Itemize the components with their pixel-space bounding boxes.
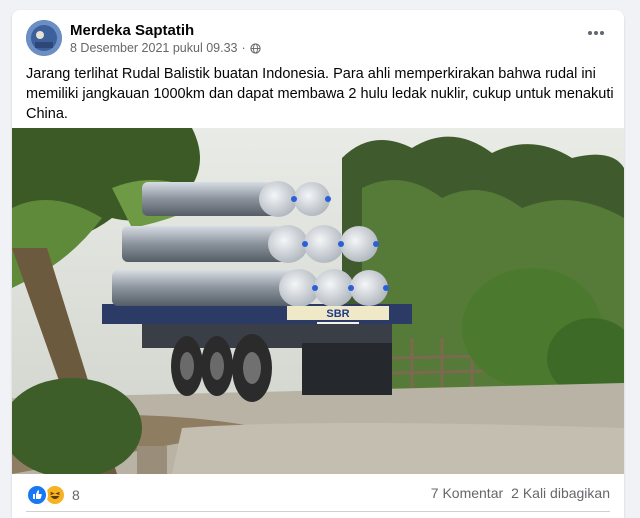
dot-icon: [594, 31, 598, 35]
comments-count[interactable]: 7 Komentar: [431, 485, 503, 501]
shares-count[interactable]: 2 Kali dibagikan: [511, 485, 610, 501]
post-meta: 8 Desember 2021 pukul 09.33 ·: [70, 41, 261, 55]
dot-icon: [600, 31, 605, 35]
footer-divider: [26, 511, 610, 512]
more-options-button[interactable]: [584, 26, 608, 40]
post-text: Jarang terlihat Rudal Balistik buatan In…: [26, 66, 614, 122]
post-stats: 7 Komentar 2 Kali dibagikan: [431, 485, 610, 501]
globe-icon: [250, 42, 261, 54]
post-footer: 8 7 Komentar 2 Kali dibagikan: [12, 480, 624, 512]
post-date[interactable]: 8 Desember 2021 pukul 09.33: [70, 41, 237, 55]
truck-sign: SBR: [326, 308, 349, 320]
author-avatar[interactable]: [26, 20, 62, 56]
reactions-summary[interactable]: 8: [26, 484, 80, 506]
like-icon: [26, 484, 48, 506]
post-photo[interactable]: SBR: [12, 128, 624, 474]
author-name[interactable]: Merdeka Saptatih: [70, 22, 194, 39]
reaction-count: 8: [72, 487, 80, 503]
dot-icon: [587, 31, 592, 35]
post-card: Merdeka Saptatih 8 Desember 2021 pukul 0…: [12, 10, 624, 518]
